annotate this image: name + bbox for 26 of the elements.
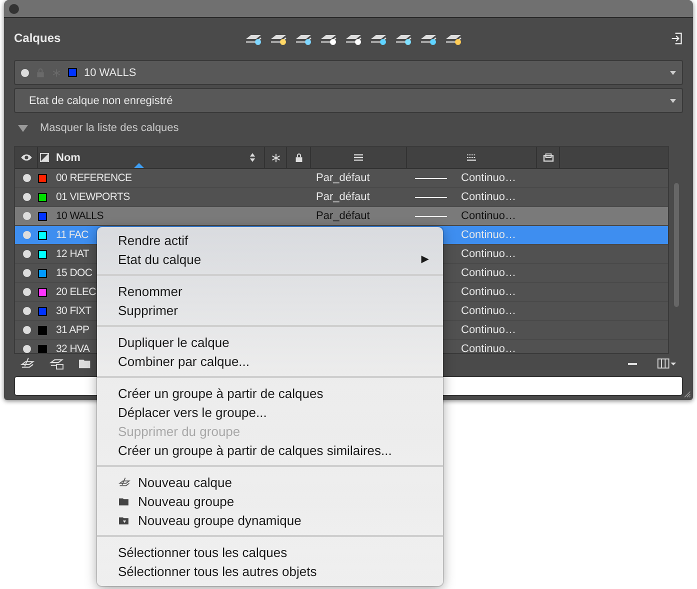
layer-name: 10 WALLS: [56, 210, 104, 222]
linetype-value: Continuo…: [461, 286, 516, 298]
layer-name: 15 DOC: [56, 267, 92, 279]
linetype-value: Continuo…: [461, 324, 516, 336]
linetype-value: Continuo…: [461, 305, 516, 317]
layer-name: 00 REFERENCE: [56, 172, 132, 184]
layer-name: 11 FAC: [56, 229, 88, 241]
panel-title: Calques: [14, 31, 62, 45]
layer-name: 20 ELEC: [56, 286, 96, 298]
layer-name: 01 VIEWPORTS: [56, 191, 130, 203]
linetype-value: Continuo…: [461, 210, 516, 222]
layer-name: 32 HVA: [56, 343, 90, 353]
linetype-value: Continuo…: [461, 248, 516, 260]
linetype-value: Continuo…: [461, 191, 516, 203]
layer-name: 12 HAT: [56, 248, 90, 260]
lineweight-value: Par_défaut: [316, 210, 370, 222]
layer-name: 31 APP: [56, 324, 90, 336]
submenu-arrow-icon: ▶: [421, 254, 429, 265]
linetype-value: Continuo…: [461, 229, 516, 241]
lineweight-value: Par_défaut: [316, 172, 370, 184]
linetype-value: Continuo…: [461, 343, 516, 353]
lineweight-value: Par_défaut: [316, 191, 370, 203]
linetype-value: Continuo…: [461, 172, 516, 184]
linetype-value: Continuo…: [461, 267, 516, 279]
layer-name: 30 FIXT: [56, 305, 92, 317]
current-layer-name: 10 WALLS: [84, 66, 138, 78]
